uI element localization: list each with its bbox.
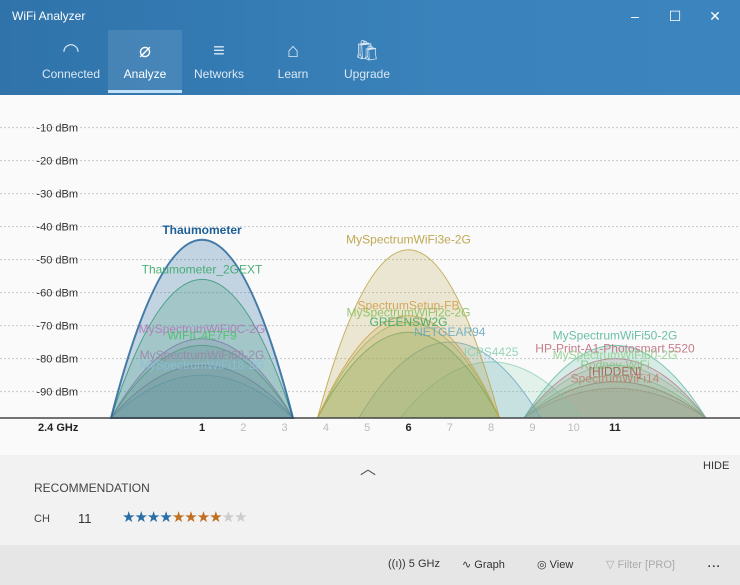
tab-connected[interactable]: ◠ Connected: [34, 30, 108, 93]
star-icon: ★: [209, 509, 222, 526]
tab-networks[interactable]: ≡ Networks: [182, 30, 256, 93]
view-label: View: [549, 559, 574, 571]
channel-tick-label: 2: [240, 422, 246, 434]
antenna-icon: ((ı)): [388, 558, 406, 570]
channel-tick-label: 1: [199, 422, 205, 434]
graph-label: Graph: [474, 559, 505, 571]
tab-label: Learn: [277, 67, 309, 81]
minimize-button[interactable]: –: [620, 4, 650, 28]
channel-tick-label: 8: [488, 422, 494, 434]
rating-stars: ★★★★★★★★★★: [122, 508, 248, 526]
filter-icon: ▽: [606, 559, 615, 571]
hide-button[interactable]: HIDE: [703, 460, 729, 472]
channel-graph: -10 dBm -20 dBm -30 dBm -40 dBm -50 dBm -60 d…: [0, 95, 740, 455]
tab-upgrade[interactable]: 🛍 Upgrade: [330, 30, 404, 93]
channel-tick-label: 10: [568, 422, 580, 434]
network-label: Thaumometer_2GEXT: [142, 262, 263, 276]
tab-label: Upgrade: [343, 67, 391, 81]
magnifier-icon: ⌀: [138, 40, 152, 62]
wave-icon: ∿: [462, 559, 472, 571]
channel-tick-label: 6: [405, 422, 411, 434]
network-label: MySpectrumWiFi50-2G: [553, 328, 678, 342]
channel-tick-label: 9: [529, 422, 535, 434]
network-label: NETGEAR94: [414, 325, 486, 339]
star-icon: ★: [196, 509, 210, 526]
band-button[interactable]: ((ı)) 5 GHz: [388, 558, 440, 570]
tab-analyze[interactable]: ⌀ Analyze: [108, 30, 182, 93]
wifi-icon: ◠: [62, 40, 80, 62]
recommended-channel: 11: [78, 511, 92, 526]
channel-tick-label: 4: [323, 422, 329, 434]
tab-label: Connected: [41, 67, 101, 81]
recommendation-panel: ︿ HIDE RECOMMENDATION CH 11 ★★★★★★★★★★: [0, 455, 740, 545]
network-label: MySpectrumWiFi3e-2G: [346, 233, 471, 247]
network-label: Thaumometer: [162, 223, 242, 237]
y-tick-label: -60 dBm: [36, 288, 78, 300]
star-icon: ★: [184, 509, 197, 526]
shopping-bag-icon: 🛍: [354, 40, 380, 62]
close-button[interactable]: ✕: [700, 4, 730, 28]
channel-tick-label: 7: [447, 422, 453, 434]
collapse-chevron-button[interactable]: ︿: [360, 455, 380, 478]
app-title: WiFi Analyzer: [12, 9, 86, 23]
star-icon: ★: [146, 509, 160, 526]
y-tick-label: -70 dBm: [36, 321, 78, 333]
filter-label: Filter [PRO]: [617, 559, 675, 571]
band-label: 2.4 GHz: [38, 422, 79, 434]
band-label: 5 GHz: [408, 558, 440, 570]
star-icon: ★: [134, 509, 147, 526]
title-bar: WiFi Analyzer – ☐ ✕ ◠ Connected ⌀ Analyze …: [0, 0, 740, 95]
y-tick-label: -40 dBm: [36, 222, 78, 234]
more-button[interactable]: ...: [707, 554, 720, 572]
star-icon: ★: [221, 509, 235, 526]
network-label: WIFIC4E7F9: [167, 328, 237, 342]
network-label: SpectrumWiFi14: [571, 371, 660, 385]
star-icon: ★: [171, 509, 185, 526]
view-button[interactable]: ◎ View: [537, 558, 573, 571]
command-bar: ((ı)) 5 GHz ∿ Graph ◎ View ▽ Filter [PRO…: [0, 545, 740, 585]
tab-learn[interactable]: ⌂ Learn: [256, 30, 330, 93]
y-tick-label: -30 dBm: [36, 189, 78, 201]
tab-label: Networks: [193, 67, 244, 81]
filter-button[interactable]: ▽ Filter [PRO]: [606, 558, 675, 571]
channel-tick-label: 5: [364, 422, 370, 434]
graph-button[interactable]: ∿ Graph: [462, 558, 505, 571]
eye-icon: ◎: [537, 559, 547, 571]
tab-label: Analyze: [123, 67, 167, 81]
maximize-button[interactable]: ☐: [660, 4, 690, 28]
y-tick-label: -80 dBm: [36, 354, 78, 366]
list-icon: ≡: [213, 40, 225, 62]
graduation-cap-icon: ⌂: [286, 40, 300, 62]
y-tick-label: -10 dBm: [36, 123, 78, 135]
network-label: ICPS4425: [464, 345, 519, 359]
y-tick-label: -50 dBm: [36, 255, 78, 267]
recommendation-title: RECOMMENDATION: [34, 481, 150, 495]
star-icon: ★: [122, 509, 135, 526]
channel-tick-label: 11: [609, 422, 621, 434]
channel-label: CH: [34, 513, 50, 525]
network-label: MySpectrumWiFi18-2G: [140, 358, 265, 372]
star-icon: ★: [159, 509, 172, 526]
channel-tick-label: 3: [282, 422, 288, 434]
star-icon: ★: [234, 509, 247, 526]
y-tick-label: -90 dBm: [36, 387, 78, 399]
y-tick-label: -20 dBm: [36, 156, 78, 168]
